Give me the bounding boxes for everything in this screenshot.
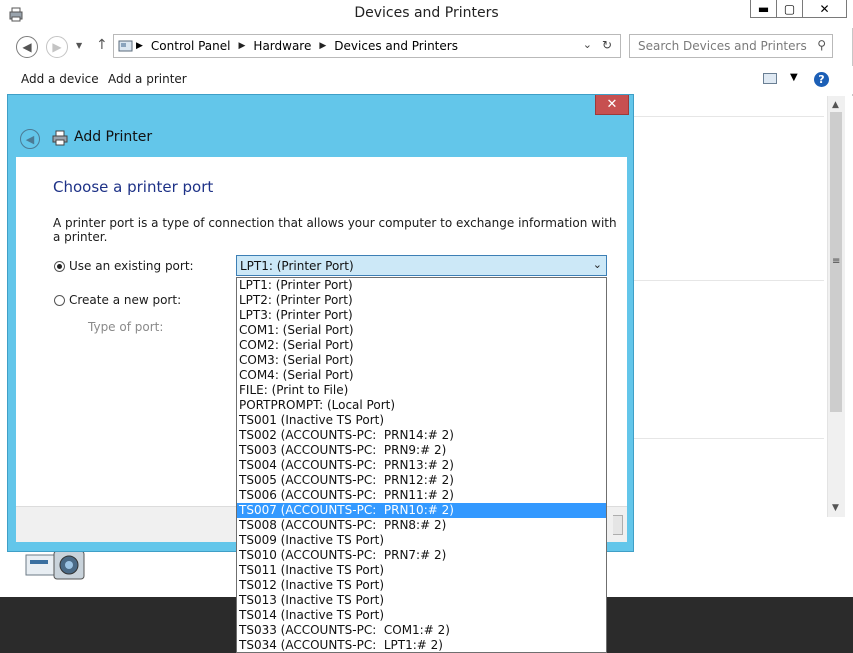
- port-dropdown-list[interactable]: LPT1: (Printer Port) LPT2: (Printer Port)…: [236, 277, 607, 653]
- port-option[interactable]: TS008 (ACCOUNTS-PC: PRN8:# 2): [237, 518, 606, 533]
- address-field[interactable]: ▶ Control Panel ▶ Hardware ▶ Devices and…: [113, 34, 621, 58]
- breadcrumb-sep-icon: ▶: [136, 41, 143, 51]
- scrollbar-grip-icon: ≡: [832, 256, 841, 267]
- command-bar: Add a device Add a printer ▼ ?: [0, 66, 853, 94]
- close-window-button[interactable]: ✕: [802, 0, 847, 18]
- window-controls: ▬ ▢ ✕: [750, 0, 847, 18]
- recent-locations-chevron-icon[interactable]: ▼: [76, 41, 82, 50]
- address-dropdown-icon[interactable]: ⌄: [583, 38, 592, 51]
- port-option[interactable]: TS006 (ACCOUNTS-PC: PRN11:# 2): [237, 488, 606, 503]
- port-option[interactable]: COM1: (Serial Port): [237, 323, 606, 338]
- minimize-button[interactable]: ▬: [750, 0, 777, 18]
- back-arrow-icon[interactable]: ◀: [16, 36, 38, 58]
- port-option[interactable]: LPT2: (Printer Port): [237, 293, 606, 308]
- use-existing-port-label[interactable]: Use an existing port:: [69, 259, 194, 273]
- add-a-printer-button[interactable]: Add a printer: [108, 72, 187, 86]
- divider: [634, 280, 824, 281]
- breadcrumb-devices-and-printers[interactable]: Devices and Printers: [334, 39, 458, 53]
- port-option[interactable]: TS001 (Inactive TS Port): [237, 413, 606, 428]
- breadcrumb-sep-icon: ▶: [238, 41, 246, 51]
- breadcrumb-hardware[interactable]: Hardware: [253, 39, 311, 53]
- port-option[interactable]: TS005 (ACCOUNTS-PC: PRN12:# 2): [237, 473, 606, 488]
- create-new-port-label[interactable]: Create a new port:: [69, 293, 181, 307]
- port-option[interactable]: TS003 (ACCOUNTS-PC: PRN9:# 2): [237, 443, 606, 458]
- refresh-icon[interactable]: ↻: [602, 38, 612, 52]
- port-option[interactable]: TS034 (ACCOUNTS-PC: LPT1:# 2): [237, 638, 606, 652]
- breadcrumb-control-panel[interactable]: Control Panel: [151, 39, 231, 53]
- back-arrow-icon[interactable]: ◀: [20, 129, 40, 149]
- maximize-button[interactable]: ▢: [776, 0, 803, 18]
- port-option[interactable]: TS009 (Inactive TS Port): [237, 533, 606, 548]
- type-of-port-label: Type of port:: [88, 320, 164, 334]
- scroll-down-icon[interactable]: ▼: [832, 503, 839, 513]
- port-option[interactable]: COM3: (Serial Port): [237, 353, 606, 368]
- search-input[interactable]: Search Devices and Printers ⚲: [629, 34, 833, 58]
- use-existing-port-radio[interactable]: [54, 261, 65, 272]
- create-new-port-radio[interactable]: [54, 295, 65, 306]
- port-option[interactable]: PORTPROMPT: (Local Port): [237, 398, 606, 413]
- port-option[interactable]: TS014 (Inactive TS Port): [237, 608, 606, 623]
- next-button[interactable]: [613, 515, 623, 535]
- existing-port-select[interactable]: LPT1: (Printer Port) ⌄: [236, 255, 607, 276]
- printer-icon: [52, 130, 68, 146]
- window-titlebar: Devices and Printers ▬ ▢ ✕: [0, 0, 853, 28]
- help-icon[interactable]: ?: [814, 72, 829, 87]
- view-options-chevron-icon[interactable]: ▼: [790, 72, 798, 83]
- page-description: A printer port is a type of connection t…: [53, 216, 617, 244]
- change-view-icon[interactable]: [763, 73, 777, 84]
- port-option[interactable]: TS007 (ACCOUNTS-PC: PRN10:# 2): [237, 503, 606, 518]
- port-option[interactable]: TS010 (ACCOUNTS-PC: PRN7:# 2): [237, 548, 606, 563]
- control-panel-icon: [118, 40, 133, 52]
- vertical-scrollbar[interactable]: ▲ ≡ ▼: [827, 96, 845, 517]
- port-option[interactable]: TS002 (ACCOUNTS-PC: PRN14:# 2): [237, 428, 606, 443]
- page-title: Choose a printer port: [53, 178, 214, 196]
- dialog-close-button[interactable]: ✕: [595, 95, 629, 115]
- chevron-down-icon[interactable]: ⌄: [593, 258, 602, 271]
- divider: [634, 116, 824, 117]
- port-option[interactable]: TS033 (ACCOUNTS-PC: COM1:# 2): [237, 623, 606, 638]
- port-option[interactable]: TS004 (ACCOUNTS-PC: PRN13:# 2): [237, 458, 606, 473]
- up-arrow-icon[interactable]: ↑: [96, 37, 108, 53]
- port-option[interactable]: TS012 (Inactive TS Port): [237, 578, 606, 593]
- port-option[interactable]: COM4: (Serial Port): [237, 368, 606, 383]
- port-option[interactable]: FILE: (Print to File): [237, 383, 606, 398]
- port-option[interactable]: COM2: (Serial Port): [237, 338, 606, 353]
- add-a-device-button[interactable]: Add a device: [21, 72, 99, 86]
- port-option[interactable]: TS011 (Inactive TS Port): [237, 563, 606, 578]
- search-placeholder: Search Devices and Printers: [638, 39, 807, 53]
- address-bar-row: ◀ ▶ ▼ ↑ ▶ Control Panel ▶ Hardware ▶ Dev…: [0, 30, 853, 62]
- port-option[interactable]: LPT1: (Printer Port): [237, 278, 606, 293]
- port-option[interactable]: TS013 (Inactive TS Port): [237, 593, 606, 608]
- divider: [634, 438, 824, 439]
- window-title: Devices and Printers: [354, 5, 499, 21]
- scroll-up-icon[interactable]: ▲: [832, 100, 839, 110]
- search-icon[interactable]: ⚲: [817, 38, 826, 52]
- dialog-title: Add Printer: [74, 129, 153, 145]
- selected-port-value: LPT1: (Printer Port): [240, 259, 354, 273]
- forward-arrow-icon[interactable]: ▶: [46, 36, 68, 58]
- breadcrumb-sep-icon: ▶: [319, 41, 327, 51]
- port-option[interactable]: LPT3: (Printer Port): [237, 308, 606, 323]
